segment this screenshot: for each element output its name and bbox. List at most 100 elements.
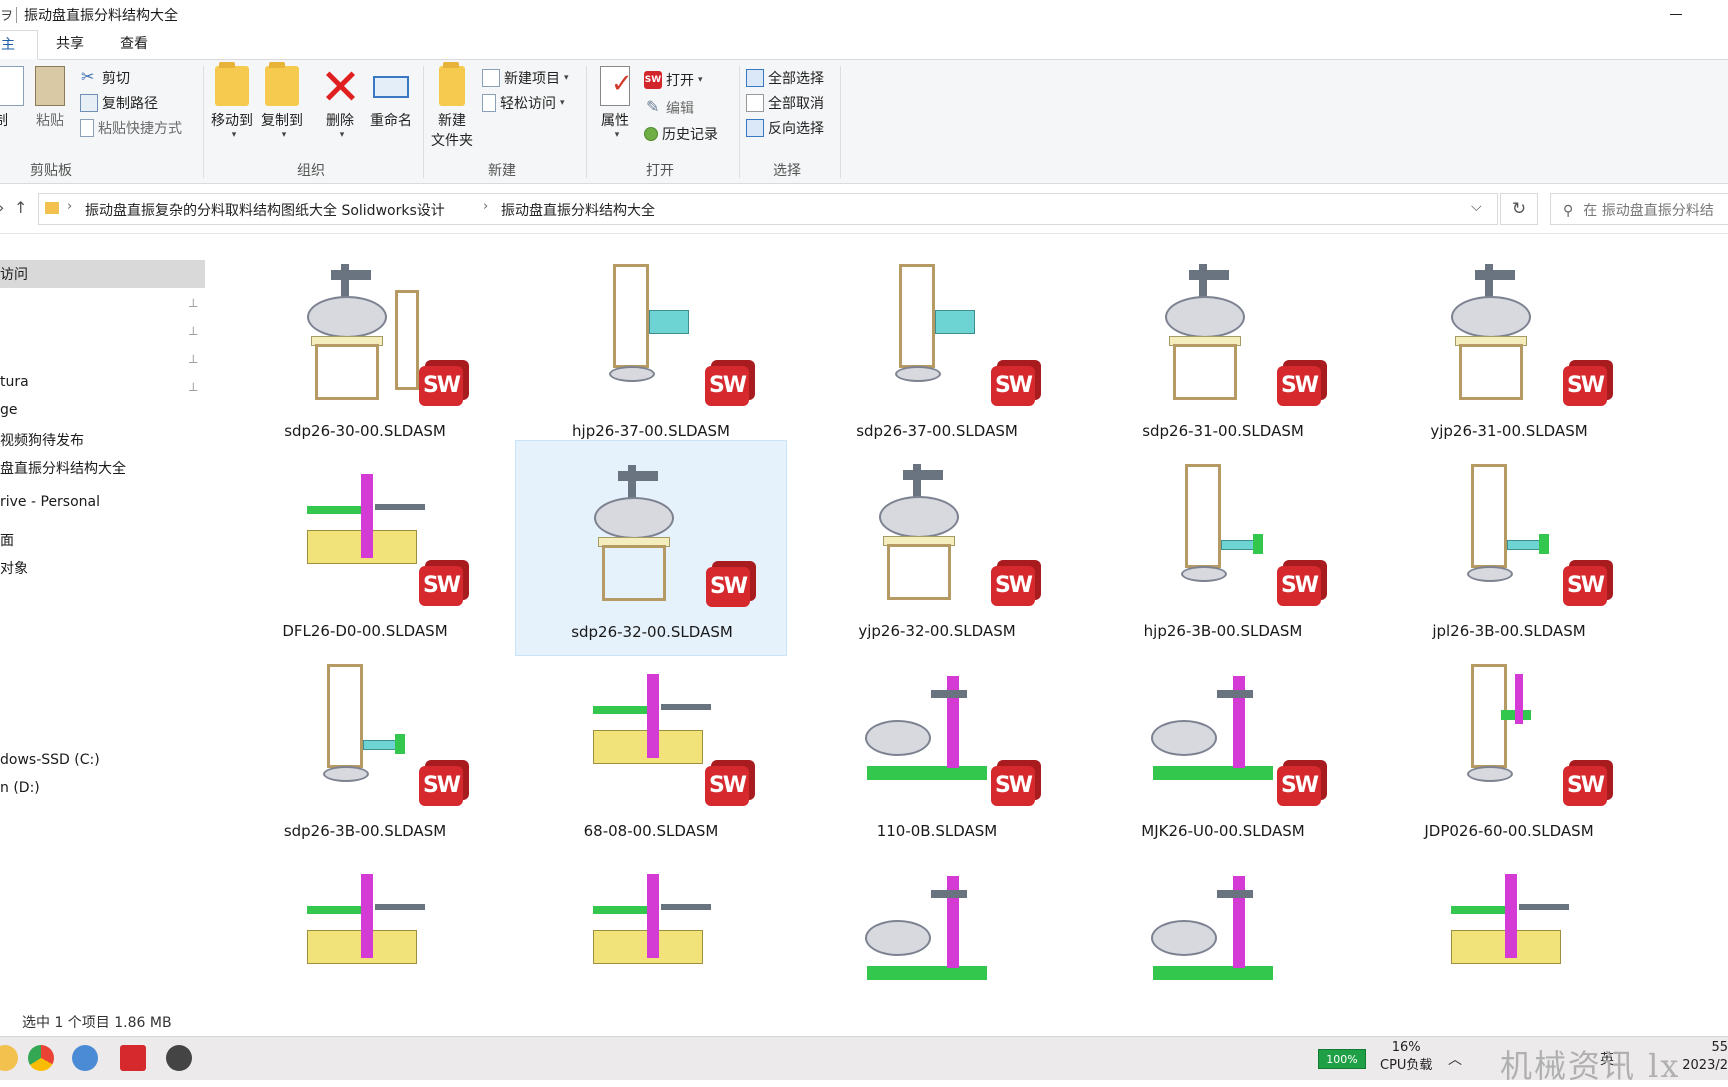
up-arrow-icon[interactable]: ↑ [14, 198, 27, 217]
file-tile[interactable]: SW sdp26-37-00.SLDASM [801, 240, 1073, 456]
file-tile[interactable]: SW hjp26-3B-00.SLDASM [1087, 440, 1359, 656]
sidebar-item-drive-d[interactable]: n (D:) [0, 780, 40, 796]
new-item-button[interactable]: 新建项目 ▾ [482, 68, 569, 88]
solidworks-icon: SW [1277, 560, 1327, 606]
file-tile[interactable]: SW yjp26-32-00.SLDASM [801, 440, 1073, 656]
back-arrow-icon[interactable]: › [0, 198, 4, 217]
file-tile[interactable]: SW yjp26-31-00.SLDASM [1373, 240, 1645, 456]
file-tile[interactable]: SW sdp26-31-00.SLDASM [1087, 240, 1359, 456]
file-name: sdp26-30-00.SLDASM [284, 422, 446, 440]
copy-label: 制 [0, 113, 8, 129]
file-tile[interactable]: SW DFL26-D0-00.SLDASM [229, 440, 501, 656]
solidworks-icon-face: SW [1277, 566, 1321, 606]
new-folder-label-2: 文件夹 [431, 133, 473, 149]
tab-view[interactable]: 查看 [110, 30, 158, 60]
file-name: yjp26-32-00.SLDASM [858, 622, 1016, 640]
sidebar-item-quick-access[interactable]: 访问 [0, 260, 205, 288]
chevron-right-icon[interactable]: › [483, 199, 488, 214]
history-button[interactable]: 历史记录 [644, 124, 718, 144]
cut-button[interactable]: 剪切 [80, 67, 130, 88]
file-tile[interactable]: SW jpl26-3B-00.SLDASM [1373, 440, 1645, 656]
feeder-track [649, 310, 689, 334]
cpu-meter: 16% CPU负载 [1380, 1039, 1432, 1075]
properties-label: 属性 [601, 113, 629, 129]
file-tile[interactable]: SW hjp26-37-00.SLDASM [515, 240, 787, 456]
window-title: 振动盘直振分料结构大全 [24, 8, 178, 24]
file-tile[interactable]: SW sdp26-3B-00.SLDASM [229, 640, 501, 856]
open-button[interactable]: SW 打开 ▾ [644, 70, 703, 90]
copy-path-button[interactable]: 复制路径 [80, 93, 158, 113]
new-folder-button[interactable]: 新建 文件夹 [428, 62, 476, 150]
file-thumbnail [557, 850, 747, 1006]
divider [586, 66, 587, 178]
invert-selection-button[interactable]: 反向选择 [746, 118, 824, 138]
chevron-up-icon[interactable]: ︿ [1448, 1049, 1462, 1069]
file-name: DFL26-D0-00.SLDASM [282, 622, 448, 640]
file-tile[interactable]: SW 110-0B.SLDASM [801, 640, 1073, 856]
chevron-right-icon[interactable]: › [67, 199, 72, 214]
sidebar-item[interactable]: 视频狗待发布 [0, 430, 84, 450]
rename-button[interactable]: 重命名 [366, 66, 416, 130]
clock[interactable]: 55 2023/2 [1680, 1039, 1728, 1075]
chrome-icon[interactable] [28, 1045, 54, 1071]
vibratory-bowl [594, 497, 674, 539]
properties-button[interactable]: 属性 ▾ [594, 66, 636, 140]
chevron-down-icon[interactable]: ⌵ [1471, 199, 1482, 215]
select-all-button[interactable]: 全部选择 [746, 68, 824, 88]
file-tile-partial[interactable] [1087, 840, 1359, 1006]
file-tile-partial[interactable] [515, 840, 787, 1006]
recorder-icon[interactable] [166, 1045, 192, 1071]
copy-to-label: 复制到 [261, 113, 303, 129]
vibratory-bowl [865, 720, 931, 756]
select-none-icon [746, 94, 764, 112]
minimize-button[interactable] [1662, 2, 1692, 26]
refresh-button[interactable]: ↻ [1500, 193, 1538, 225]
paste-shortcut-button[interactable]: 粘贴快捷方式 [80, 118, 182, 138]
address-box[interactable]: › 振动盘直振复杂的分料取料结构图纸大全 Solidworks设计 › 振动盘直… [38, 193, 1498, 225]
sidebar-item[interactable]: 对象 [0, 558, 28, 578]
file-tile[interactable]: SW JDP026-60-00.SLDASM [1373, 640, 1645, 856]
sidebar-item-onedrive[interactable]: rive - Personal [0, 494, 100, 510]
explorer-icon[interactable] [0, 1045, 18, 1071]
tab-share[interactable]: 共享 [46, 30, 94, 60]
baidu-netdisk-icon[interactable] [72, 1045, 98, 1071]
file-tile[interactable]: SW 68-08-00.SLDASM [515, 640, 787, 856]
delete-button[interactable]: 删除 ▾ [318, 66, 362, 140]
pin-icon[interactable]: ⊥ [188, 296, 198, 310]
copy-path-label: 复制路径 [102, 96, 158, 112]
easy-access-button[interactable]: 轻松访问 ▾ [482, 93, 565, 113]
cylinder [661, 704, 711, 710]
file-tile-partial[interactable] [1373, 840, 1645, 1006]
move-to-button[interactable]: 移动到 ▾ [208, 62, 256, 140]
edit-button[interactable]: 编辑 [644, 97, 694, 118]
paste-button[interactable]: 粘贴 [32, 66, 68, 130]
file-tile[interactable]: SW sdp26-30-00.SLDASM [229, 240, 501, 456]
sidebar-item-drive-c[interactable]: dows-SSD (C:) [0, 752, 100, 768]
rail [593, 906, 647, 914]
file-tile-partial[interactable] [801, 840, 1073, 1006]
edit-icon [644, 97, 662, 117]
file-tile[interactable]: SW MJK26-U0-00.SLDASM [1087, 640, 1359, 856]
file-tile-partial[interactable] [229, 840, 501, 1006]
sidebar-item[interactable]: 面 [0, 530, 14, 550]
pin-icon[interactable]: ⊥ [188, 380, 198, 394]
pin-icon[interactable]: ⊥ [188, 324, 198, 338]
search-input[interactable]: ⚲ 在 振动盘直振分料结 [1550, 193, 1728, 225]
solidworks-icon-face: SW [1563, 566, 1607, 606]
breadcrumb-current[interactable]: 振动盘直振分料结构大全 [501, 200, 655, 220]
breadcrumb-parent[interactable]: 振动盘直振复杂的分料取料结构图纸大全 Solidworks设计 [85, 200, 445, 220]
sidebar-item[interactable]: ge [0, 402, 18, 418]
sidebar-item[interactable]: tura [0, 374, 29, 390]
quick-access-icon[interactable]: ヲ [0, 5, 13, 24]
solidworks-icon: SW [1563, 760, 1613, 806]
feeder-track [1221, 540, 1255, 550]
sidebar-item[interactable]: 盘直振分料结构大全 [0, 458, 126, 478]
solidworks-icon[interactable] [120, 1045, 146, 1071]
copy-to-button[interactable]: 复制到 ▾ [258, 62, 306, 140]
pin-icon[interactable]: ⊥ [188, 352, 198, 366]
file-tile[interactable]: SW sdp26-32-00.SLDASM [515, 440, 787, 656]
tab-home[interactable]: 主页 [0, 30, 38, 81]
support-frame [315, 344, 379, 400]
copy-button[interactable]: 制 [0, 66, 24, 130]
select-none-button[interactable]: 全部取消 [746, 93, 824, 113]
